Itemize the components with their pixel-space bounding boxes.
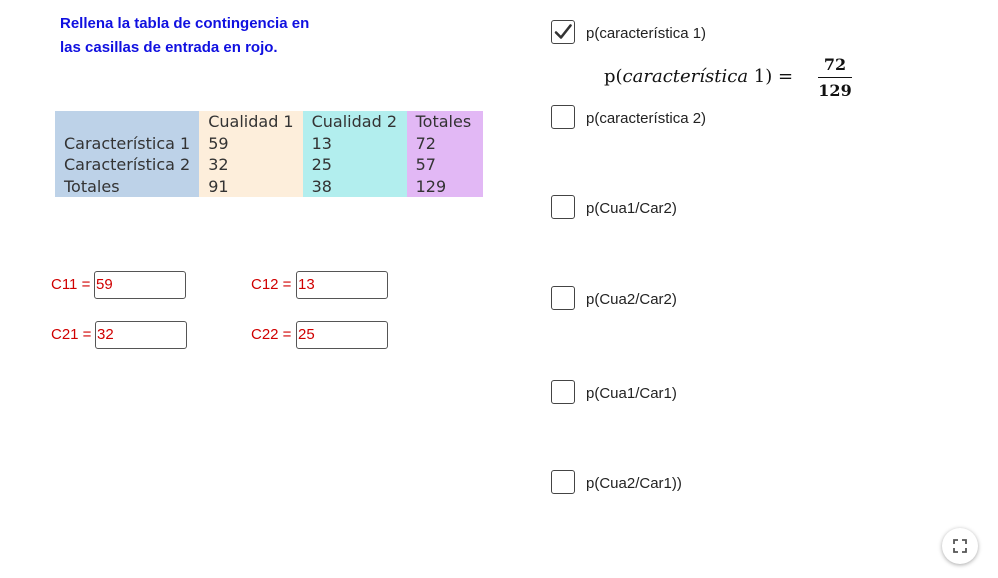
formula-suffix: 1) = [748,66,794,87]
formula-denominator: 129 [818,81,852,100]
checkbox-label-cua2-car2[interactable]: p(Cua2/Car2) [586,290,677,310]
c21-label: C21 = [51,326,92,343]
formula-lhs: p(característica 1) = [604,66,793,87]
checkbox-label-cua1-car2[interactable]: p(Cua1/Car2) [586,199,677,219]
table-corner-cell [55,111,200,133]
table-cell: 38 [302,175,407,197]
c22-input[interactable]: 25 [296,321,388,349]
checkbox-cua2-car2[interactable] [551,286,575,310]
table-header-row: Cualidad 1 Cualidad 2 Totales [55,111,483,133]
table-row-header: Característica 1 [55,132,200,154]
checkbox-cua1-car2[interactable] [551,195,575,219]
table-cell: 32 [199,154,303,176]
table-cell: 91 [199,175,303,197]
table-row: Característica 2 32 25 57 [55,154,483,176]
table-header-cualidad-2: Cualidad 2 [302,111,407,133]
checkbox-caracteristica-2[interactable] [551,105,575,129]
table-cell: 13 [302,132,407,154]
checkbox-cua2-car1[interactable] [551,470,575,494]
checkbox-label-caracteristica-1[interactable]: p(característica 1) [586,24,706,44]
instructions-line-1: Rellena la tabla de contingencia en [60,15,310,32]
c11-label: C11 = [51,276,91,293]
table-cell: 57 [406,154,483,176]
formula-fraction: 72 129 [818,56,852,100]
c21-input[interactable]: 32 [95,321,187,349]
instructions-text: Rellena la tabla de contingencia en las … [60,12,360,60]
table-row-header: Característica 2 [55,154,200,176]
formula-word: característica [622,66,749,87]
table-header-totales: Totales [406,111,483,133]
checkbox-label-caracteristica-2[interactable]: p(característica 2) [586,109,706,129]
fullscreen-icon [953,539,967,553]
formula-numerator: 72 [823,55,847,74]
instructions-line-2: las casillas de entrada en rojo. [60,39,278,56]
c11-input[interactable]: 59 [94,271,186,299]
c22-label: C22 = [251,326,292,343]
contingency-table: Cualidad 1 Cualidad 2 Totales Caracterís… [55,111,483,197]
table-cell: 59 [199,132,303,154]
c12-label: C12 = [251,276,292,293]
table-cell: 129 [406,175,483,197]
fullscreen-button[interactable] [942,528,978,564]
fraction-bar [818,77,852,78]
table-cell: 72 [406,132,483,154]
table-row: Totales 91 38 129 [55,175,483,197]
c12-input[interactable]: 13 [296,271,388,299]
check-icon [554,24,572,39]
formula-prefix: p( [604,66,623,87]
checkbox-caracteristica-1[interactable] [551,20,575,44]
table-header-cualidad-1: Cualidad 1 [199,111,303,133]
checkbox-label-cua2-car1[interactable]: p(Cua2/Car1)) [586,474,682,494]
table-row: Característica 1 59 13 72 [55,132,483,154]
checkbox-label-cua1-car1[interactable]: p(Cua1/Car1) [586,384,677,404]
table-cell: 25 [302,154,407,176]
table-row-header: Totales [55,175,200,197]
checkbox-cua1-car1[interactable] [551,380,575,404]
